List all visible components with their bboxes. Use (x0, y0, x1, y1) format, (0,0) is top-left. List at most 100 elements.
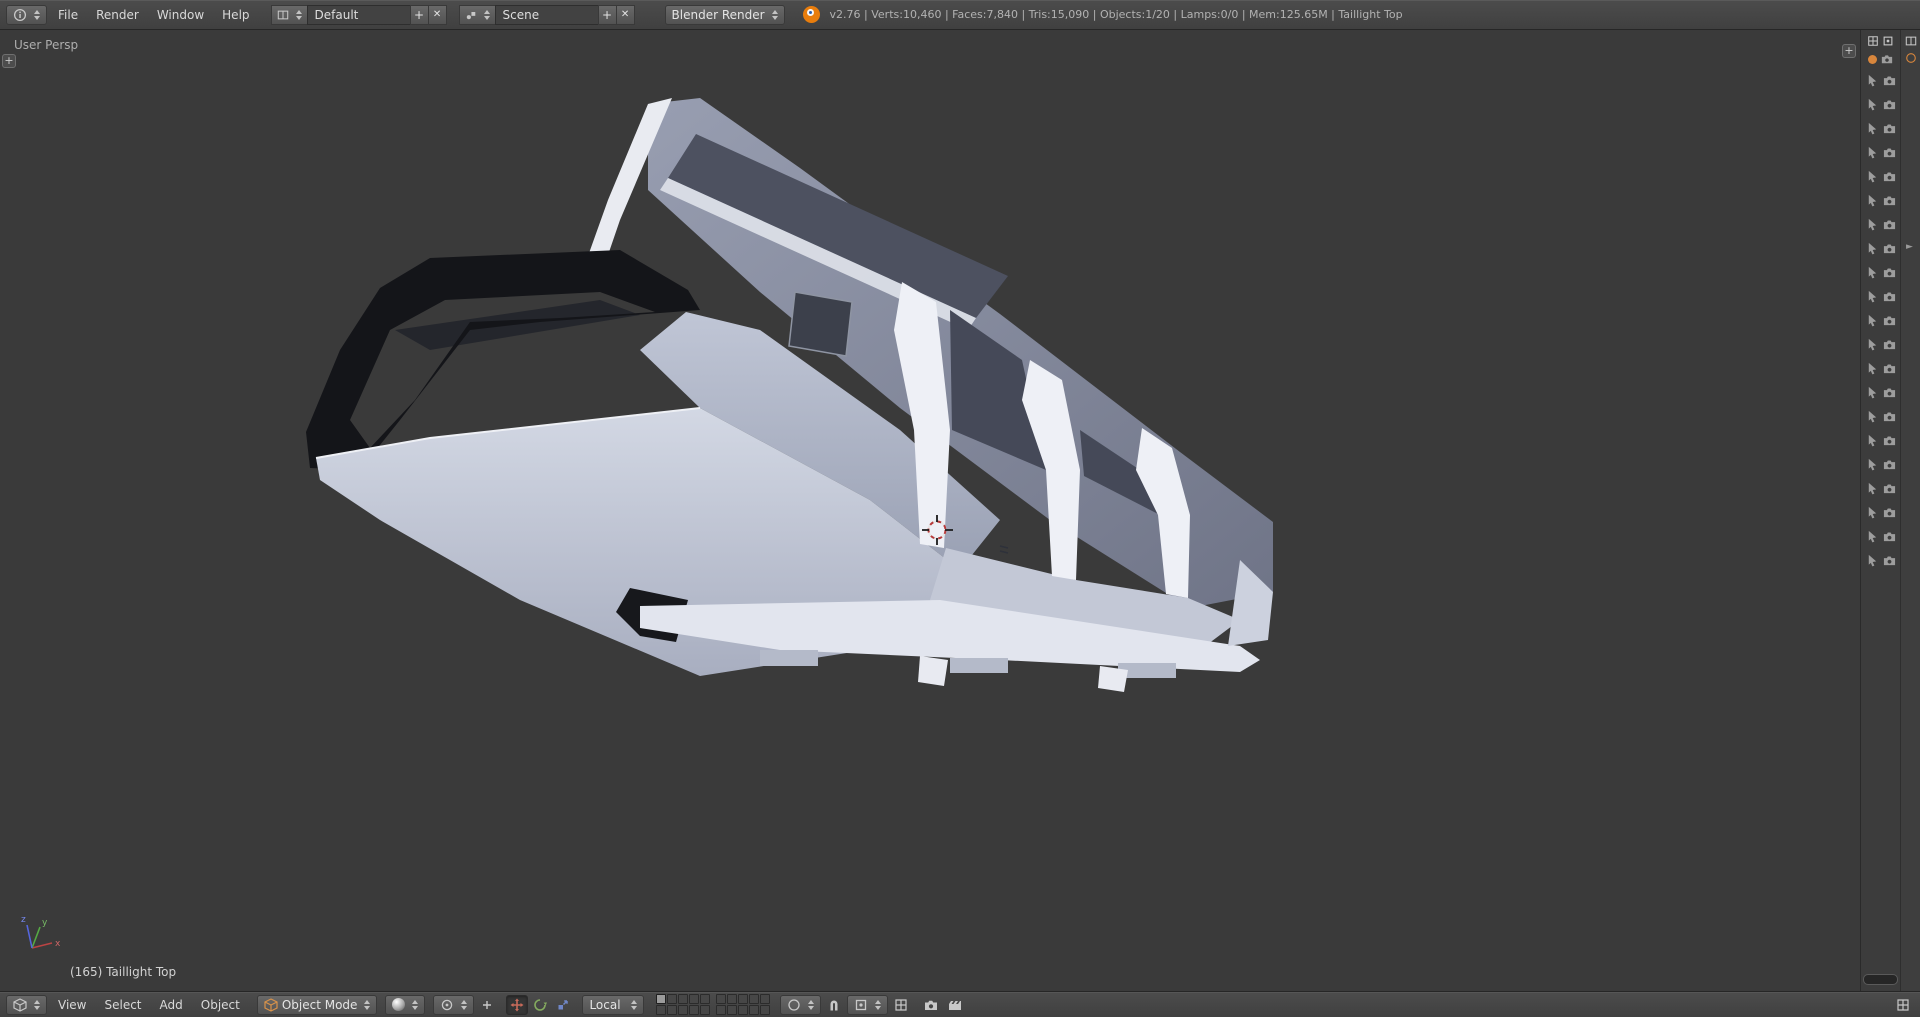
editor-type-selector[interactable] (6, 5, 47, 25)
opengl-render-image-button[interactable] (920, 995, 942, 1015)
selectable-toggle-icon[interactable] (1866, 192, 1879, 211)
menu-object[interactable]: Object (192, 992, 249, 1017)
pivot-point-selector[interactable] (433, 995, 474, 1015)
pin-icon[interactable] (1905, 35, 1917, 47)
layer-cell[interactable] (700, 994, 710, 1004)
selectable-toggle-icon[interactable] (1866, 552, 1879, 571)
render-toggle-icon[interactable] (1883, 480, 1896, 499)
render-toggle-icon[interactable] (1883, 192, 1896, 211)
scale-manipulator-toggle[interactable] (552, 995, 574, 1015)
screen-layout-add-button[interactable]: + (410, 5, 429, 25)
render-toggle-icon[interactable] (1883, 96, 1896, 115)
render-toggle-icon[interactable] (1883, 384, 1896, 403)
layer-cell[interactable] (716, 994, 726, 1004)
layer-cell[interactable] (667, 1005, 677, 1015)
menu-help[interactable]: Help (213, 0, 258, 30)
proportional-edit-selector[interactable] (780, 995, 821, 1015)
scene-close-button[interactable]: ✕ (616, 5, 635, 25)
screen-layout-close-button[interactable]: ✕ (428, 5, 447, 25)
render-toggle-icon[interactable] (1883, 216, 1896, 235)
render-toggle-icon[interactable] (1883, 120, 1896, 139)
menu-file[interactable]: File (49, 0, 87, 30)
collapsed-slider[interactable] (1863, 974, 1898, 985)
render-toggle-icon[interactable] (1883, 456, 1896, 475)
selectable-toggle-icon[interactable] (1866, 360, 1879, 379)
render-toggle-icon[interactable] (1883, 288, 1896, 307)
layer-cell[interactable] (716, 1005, 726, 1015)
layer-cell[interactable] (689, 994, 699, 1004)
screen-layout-browse-button[interactable] (271, 5, 308, 25)
selectable-toggle-icon[interactable] (1866, 72, 1879, 91)
expand-arrow-icon[interactable]: ► (1906, 242, 1913, 252)
scene-field[interactable]: Scene (495, 5, 599, 25)
layer-cell[interactable] (760, 994, 770, 1004)
selectable-toggle-icon[interactable] (1866, 216, 1879, 235)
layer-cell[interactable] (678, 1005, 688, 1015)
layer-cell[interactable] (700, 1005, 710, 1015)
layer-cell[interactable] (749, 994, 759, 1004)
selectable-toggle-icon[interactable] (1866, 144, 1879, 163)
render-toggle-icon[interactable] (1883, 240, 1896, 259)
shading-selector[interactable] (385, 995, 425, 1015)
layer-cell[interactable] (678, 994, 688, 1004)
selectable-toggle-icon[interactable] (1866, 240, 1879, 259)
selectable-toggle-icon[interactable] (1866, 384, 1879, 403)
render-toggle-icon[interactable] (1883, 72, 1896, 91)
selectable-toggle-icon[interactable] (1866, 288, 1879, 307)
layer-cell[interactable] (760, 1005, 770, 1015)
material-icon[interactable] (1905, 52, 1917, 64)
render-toggle-icon[interactable] (1883, 432, 1896, 451)
render-engine-selector[interactable]: Blender Render (665, 5, 785, 25)
render-toggle-icon[interactable] (1883, 336, 1896, 355)
selectable-toggle-icon[interactable] (1866, 408, 1879, 427)
orientation-selector[interactable]: Local (582, 995, 644, 1015)
selectable-toggle-icon[interactable] (1866, 120, 1879, 139)
rotate-manipulator-toggle[interactable] (529, 995, 551, 1015)
menu-select[interactable]: Select (95, 992, 150, 1017)
screen-layout-field[interactable]: Default (307, 5, 411, 25)
selectable-toggle-icon[interactable] (1866, 456, 1879, 475)
selectable-toggle-icon[interactable] (1866, 96, 1879, 115)
selectable-toggle-icon[interactable] (1866, 480, 1879, 499)
selectable-toggle-icon[interactable] (1866, 528, 1879, 547)
region-expand-icon[interactable]: + (2, 54, 16, 68)
display-filter-icon[interactable] (1867, 35, 1879, 47)
layer-cell[interactable] (656, 1005, 666, 1015)
menu-render[interactable]: Render (87, 0, 148, 30)
render-toggle-icon[interactable] (1883, 552, 1896, 571)
opengl-render-animation-button[interactable] (944, 995, 966, 1015)
render-toggle-icon[interactable] (1883, 408, 1896, 427)
render-toggle-icon[interactable] (1883, 312, 1896, 331)
layer-cell[interactable] (738, 994, 748, 1004)
selectable-toggle-icon[interactable] (1866, 432, 1879, 451)
render-toggle-icon[interactable] (1883, 144, 1896, 163)
snap-target-button[interactable] (890, 995, 912, 1015)
selectable-toggle-icon[interactable] (1866, 264, 1879, 283)
layer-cell[interactable] (667, 994, 677, 1004)
layer-cell[interactable] (656, 994, 666, 1004)
menu-window[interactable]: Window (148, 0, 213, 30)
scene-add-button[interactable]: + (598, 5, 617, 25)
render-toggle-icon[interactable] (1883, 528, 1896, 547)
outliner-scene-row[interactable] (1861, 49, 1900, 67)
region-expand-icon[interactable]: + (1842, 44, 1856, 58)
translate-manipulator-toggle[interactable] (506, 995, 528, 1015)
render-toggle-icon[interactable] (1883, 264, 1896, 283)
selectable-toggle-icon[interactable] (1866, 312, 1879, 331)
snap-element-selector[interactable] (847, 995, 888, 1015)
layer-cell[interactable] (738, 1005, 748, 1015)
search-filter-icon[interactable] (1882, 35, 1894, 47)
selectable-toggle-icon[interactable] (1866, 168, 1879, 187)
viewport-3d[interactable]: x y z User Persp (165) Taillight Top + + (0, 30, 1860, 991)
layer-cell[interactable] (727, 994, 737, 1004)
render-toggle-icon[interactable] (1883, 360, 1896, 379)
menu-view[interactable]: View (49, 992, 95, 1017)
snap-toggle[interactable] (823, 995, 845, 1015)
layer-cell[interactable] (727, 1005, 737, 1015)
render-toggle-icon[interactable] (1883, 504, 1896, 523)
model-taillight-top[interactable] (306, 98, 1273, 692)
pivot-align-toggle[interactable] (476, 995, 498, 1015)
layer-cell[interactable] (749, 1005, 759, 1015)
selectable-toggle-icon[interactable] (1866, 504, 1879, 523)
scene-browse-button[interactable] (459, 5, 496, 25)
